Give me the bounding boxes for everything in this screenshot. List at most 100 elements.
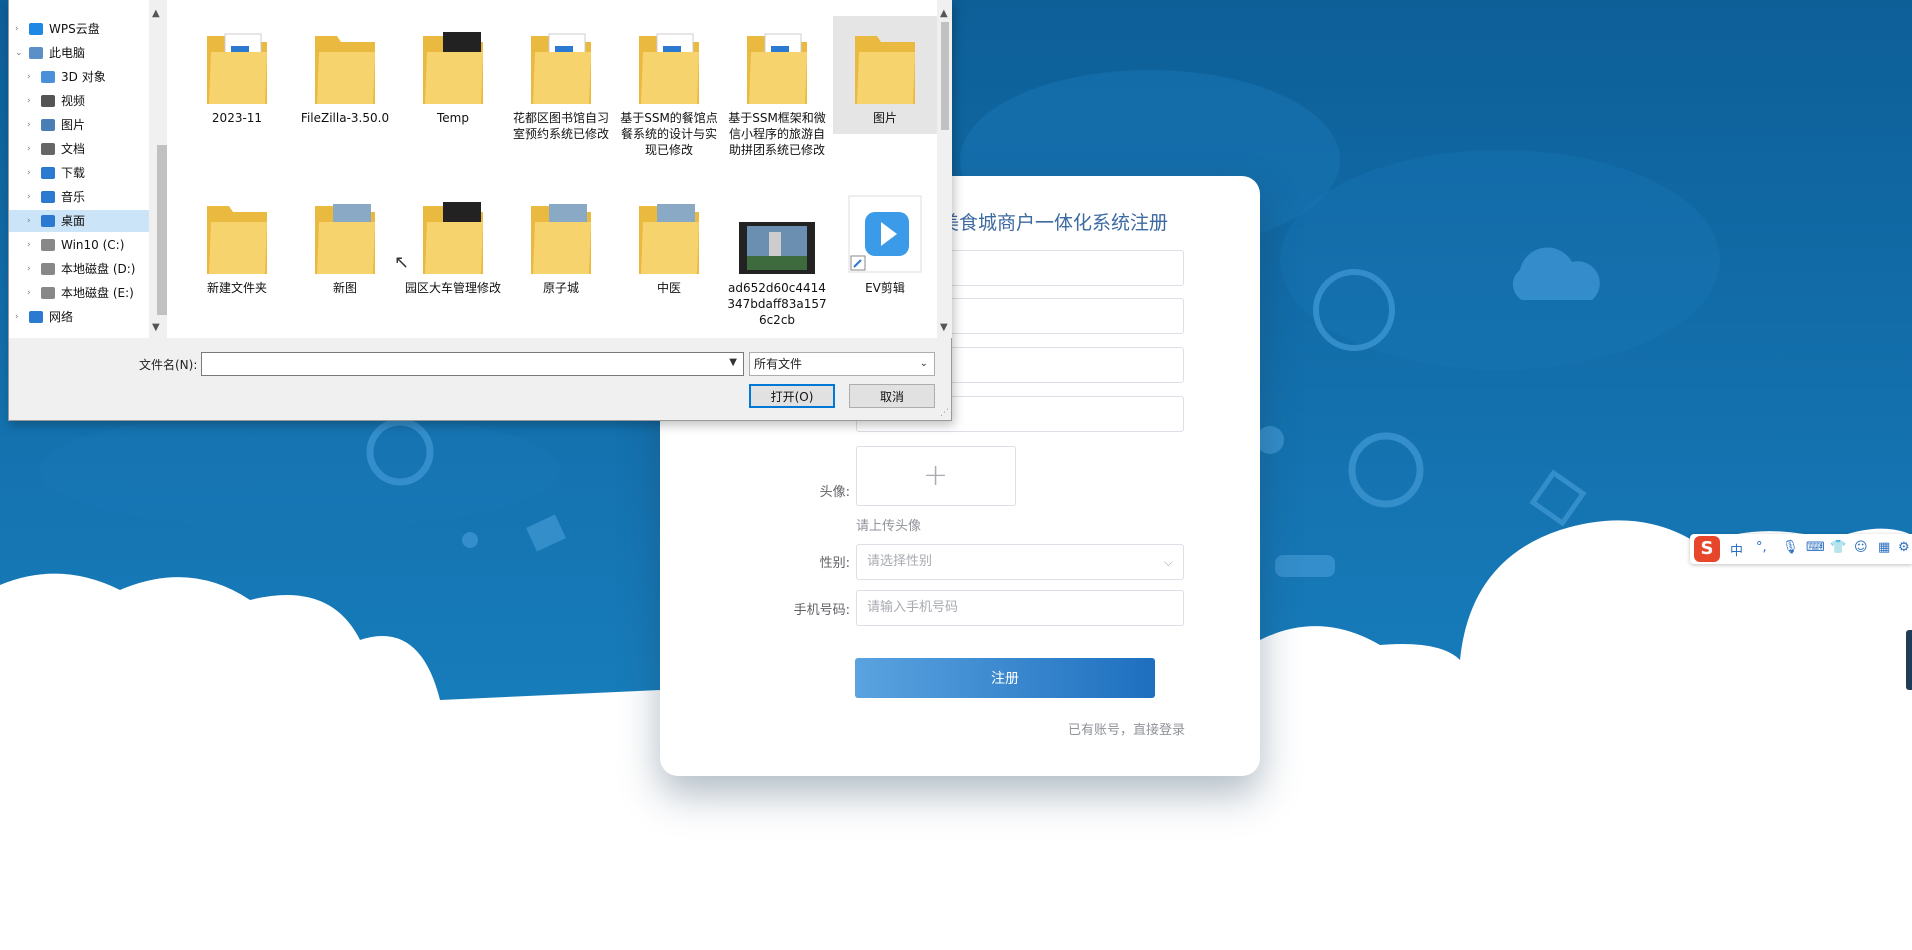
tree-item-label: 音乐 [61, 190, 86, 204]
file-item[interactable]: 园区大车管理修改 [401, 186, 505, 336]
file-open-dialog: › WPS云盘 ⌄ 此电脑 › 3D 对象 › 视频 › 图片 › 文档 › 下载 › 音乐 › 桌面 › Win10… [8, 0, 952, 421]
emoji-icon[interactable]: ☺ [1854, 540, 1868, 555]
register-title: 美食城商户一体化系统注册 [940, 212, 1169, 234]
file-name: 2023-11 [211, 111, 263, 125]
skin-icon[interactable]: 👕 [1830, 540, 1846, 555]
file-item[interactable]: 新图 [293, 186, 397, 336]
folder-icon [197, 192, 277, 276]
tree-item[interactable]: › 本地磁盘 (D:) [9, 258, 149, 280]
scroll-down-icon[interactable]: ▼ [152, 322, 160, 333]
folder-icon [413, 22, 493, 106]
scroll-up-icon[interactable]: ▲ [152, 8, 160, 19]
chevron-right-icon[interactable]: › [27, 90, 31, 112]
chevron-right-icon[interactable]: › [27, 282, 31, 304]
tree-item[interactable]: › 桌面 [9, 210, 149, 232]
chevron-down-icon[interactable]: ▼ [729, 357, 737, 368]
tree-item[interactable]: › 本地磁盘 (E:) [9, 282, 149, 304]
tree-item-label: 本地磁盘 (D:) [61, 262, 136, 276]
video-thumbnail-icon [737, 192, 817, 276]
chevron-right-icon[interactable]: › [15, 306, 19, 328]
scroll-down-icon[interactable]: ▼ [940, 322, 948, 333]
cloud-icon [29, 23, 43, 35]
file-name: EV剪辑 [865, 281, 905, 295]
tree-item[interactable]: › WPS云盘 [9, 18, 149, 40]
folder-icon [413, 192, 493, 276]
tree-item-label: 图片 [61, 118, 86, 132]
navigation-tree: › WPS云盘 ⌄ 此电脑 › 3D 对象 › 视频 › 图片 › 文档 › 下载 › 音乐 › 桌面 › Win10… [9, 0, 164, 338]
filename-input[interactable]: ▼ [201, 352, 744, 376]
files-scroll-thumb[interactable] [941, 22, 949, 130]
keyboard-icon[interactable]: ⌨ [1806, 540, 1825, 555]
scroll-up-icon[interactable]: ▲ [940, 8, 948, 19]
microphone-icon[interactable]: 🎙 [1782, 540, 1799, 555]
file-name: 花都区图书馆自习室预约系统已修改 [512, 111, 609, 141]
file-item[interactable]: ad652d60c4414347bdaff83a1576c2cb [725, 186, 829, 336]
file-item[interactable]: 基于SSM的餐馆点餐系统的设计与实现已修改 [617, 16, 721, 157]
tree-item-label: 本地磁盘 (E:) [61, 286, 134, 300]
file-item[interactable]: 中医 [617, 186, 721, 336]
resize-grip-icon[interactable]: ⋰ [940, 408, 949, 418]
chevron-right-icon[interactable]: › [15, 18, 19, 40]
tree-scroll-thumb[interactable] [157, 145, 167, 315]
avatar-hint: 请上传头像 [856, 519, 922, 534]
gender-select[interactable]: 请选择性别 ⌵ [856, 544, 1184, 580]
file-item[interactable]: 图片 [833, 16, 937, 134]
tree-item[interactable]: › 网络 [9, 306, 149, 328]
file-name: 原子城 [542, 281, 579, 295]
ime-punct[interactable]: °, [1756, 540, 1767, 555]
chevron-right-icon[interactable]: › [27, 138, 31, 160]
tree-item[interactable]: › 视频 [9, 90, 149, 112]
filetype-select[interactable]: 所有文件 ⌄ [749, 352, 935, 376]
chevron-right-icon[interactable]: › [27, 162, 31, 184]
file-item[interactable]: 原子城 [509, 186, 613, 336]
filename-label: 文件名(N): [139, 358, 198, 372]
chevron-right-icon[interactable]: › [27, 210, 31, 232]
file-item[interactable]: Temp [401, 16, 505, 134]
folder-icon [737, 22, 817, 106]
folder-icon [305, 192, 385, 276]
chevron-right-icon[interactable]: › [27, 234, 31, 256]
video-icon [41, 95, 55, 107]
login-link[interactable]: 已有账号，直接登录 [1068, 719, 1185, 738]
register-button[interactable]: 注册 [855, 658, 1155, 698]
folder-icon [629, 22, 709, 106]
file-item[interactable]: 基于SSM框架和微信小程序的旅游自助拼团系统已修改 [725, 16, 829, 157]
toolbox-icon[interactable]: ▦ [1878, 540, 1890, 555]
3d-objects-icon [41, 71, 55, 83]
avatar-upload[interactable]: + [856, 446, 1016, 506]
tree-item-label: 此电脑 [49, 46, 86, 60]
sogou-logo-icon[interactable]: S [1694, 536, 1720, 562]
chevron-down-icon[interactable]: ⌄ [15, 42, 23, 64]
side-tab[interactable] [1906, 630, 1912, 690]
file-item[interactable]: 新建文件夹 [185, 186, 289, 336]
file-item[interactable]: EV剪辑 [833, 186, 937, 336]
chevron-right-icon[interactable]: › [27, 66, 31, 88]
file-item[interactable]: 2023-11 [185, 16, 289, 134]
chevron-right-icon[interactable]: › [27, 186, 31, 208]
tree-item-label: 桌面 [61, 214, 86, 228]
folder-icon [197, 22, 277, 106]
tree-item[interactable]: › 音乐 [9, 186, 149, 208]
tree-item[interactable]: › Win10 (C:) [9, 234, 149, 256]
file-item[interactable]: 花都区图书馆自习室预约系统已修改 [509, 16, 613, 141]
tree-item[interactable]: › 图片 [9, 114, 149, 136]
open-button[interactable]: 打开(O) [749, 384, 835, 408]
file-list: 2023-11 FileZilla-3.50.0 Temp 花都区图书馆自习室预约系统… [167, 0, 937, 338]
phone-input[interactable]: 请输入手机号码 [856, 590, 1184, 626]
shortcut-icon [845, 192, 925, 276]
drive-icon [41, 287, 55, 299]
chevron-right-icon[interactable]: › [27, 258, 31, 280]
chevron-right-icon[interactable]: › [27, 114, 31, 136]
settings-icon[interactable]: ⚙ [1898, 540, 1910, 555]
ime-mode[interactable]: 中 [1730, 540, 1743, 559]
tree-item[interactable]: › 文档 [9, 138, 149, 160]
tree-item-label: WPS云盘 [49, 22, 100, 36]
tree-item-label: 3D 对象 [61, 70, 106, 84]
download-icon [41, 167, 55, 179]
tree-item[interactable]: ⌄ 此电脑 [9, 42, 149, 64]
cancel-button[interactable]: 取消 [849, 384, 935, 408]
tree-item[interactable]: › 3D 对象 [9, 66, 149, 88]
tree-item[interactable]: › 下载 [9, 162, 149, 184]
file-name: Temp [437, 111, 469, 125]
file-item[interactable]: FileZilla-3.50.0 [293, 16, 397, 134]
